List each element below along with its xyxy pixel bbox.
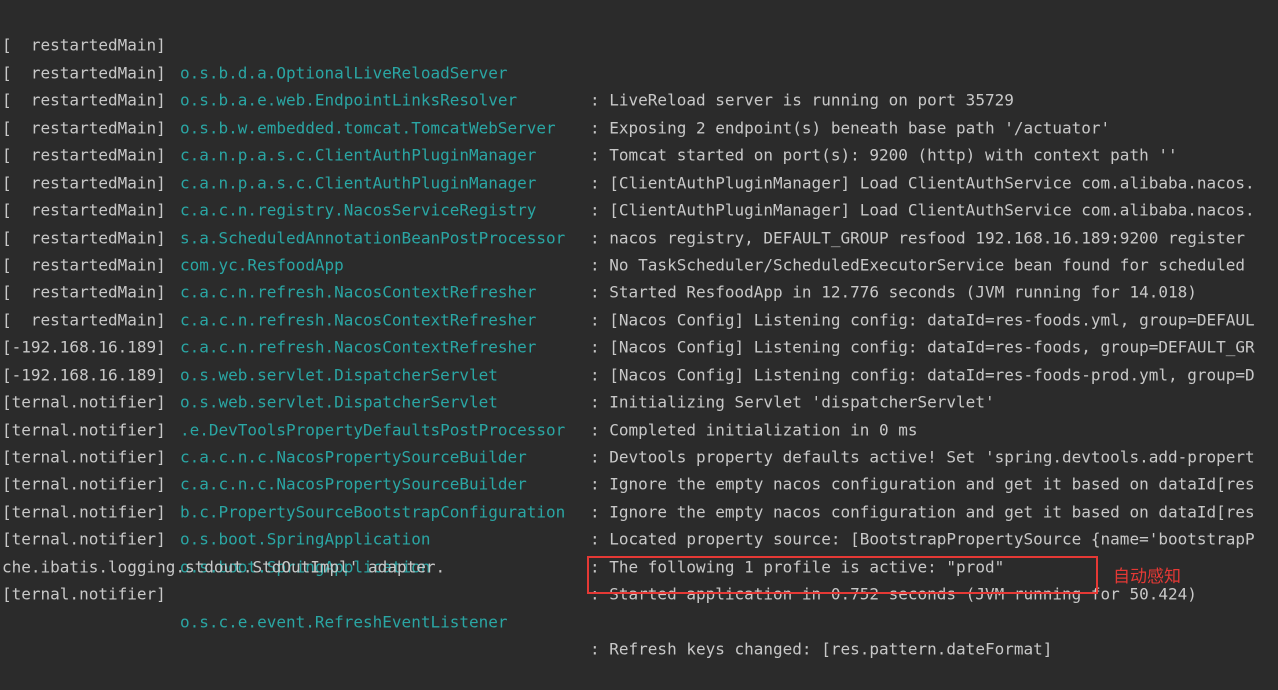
- log-line: [ restartedMain] c.a.c.n.refresh.NacosCo…: [0, 279, 1278, 384]
- log-line: [ternal.notifier] .e.DevToolsPropertyDef…: [0, 361, 1278, 466]
- log-line: [ restartedMain] c.a.c.n.registry.NacosS…: [0, 141, 1278, 247]
- log-line: [-192.168.16.189] o.s.web.servlet.Dispat…: [0, 306, 1278, 412]
- console-output: [ restartedMain] o.s.b.d.a.OptionalLiveR…: [0, 18, 1278, 659]
- annotation-label: 自动感知: [1113, 567, 1181, 587]
- log-line: [ restartedMain] o.s.b.w.embedded.tomcat…: [0, 59, 1278, 165]
- highlight-box: [587, 556, 1098, 594]
- log-line: [ternal.notifier] b.c.PropertySourceBoot…: [0, 443, 1278, 549]
- logger-name: o.s.c.e.event.RefreshEventListener: [180, 611, 508, 631]
- log-line: [ restartedMain] c.a.n.p.a.s.c.ClientAut…: [0, 114, 1278, 219]
- log-line: [ternal.notifier] o.s.boot.SpringApplica…: [0, 471, 1278, 576]
- thread-name: [ternal.notifier]: [2, 584, 166, 604]
- log-line: [ restartedMain] c.a.c.n.refresh.NacosCo…: [0, 224, 1278, 329]
- log-line: [ternal.notifier] o.s.boot.SpringApplica…: [0, 498, 1278, 604]
- log-line: [ restartedMain] c.a.c.n.refresh.NacosCo…: [0, 251, 1278, 357]
- log-line: [ restartedMain] com.yc.ResfoodApp : Sta…: [0, 196, 1278, 302]
- log-line: [ restartedMain] c.a.n.p.a.s.c.ClientAut…: [0, 87, 1278, 192]
- log-line: [ restartedMain] s.a.ScheduledAnnotation…: [0, 169, 1278, 274]
- log-message: : Refresh keys changed: [res.pattern.dat…: [590, 639, 1053, 659]
- log-line: che.ibatis.logging.stdout.StdOutImpl' ad…: [0, 526, 1278, 576]
- log-line: [ternal.notifier] c.a.c.n.c.NacosPropert…: [0, 416, 1278, 521]
- log-line: [ restartedMain] o.s.b.a.e.web.EndpointL…: [0, 32, 1278, 137]
- log-line: [ternal.notifier] c.a.c.n.c.NacosPropert…: [0, 388, 1278, 494]
- log-line: [-192.168.16.189] o.s.web.servlet.Dispat…: [0, 334, 1278, 439]
- log-line: [ restartedMain] o.s.b.d.a.OptionalLiveR…: [0, 4, 1278, 110]
